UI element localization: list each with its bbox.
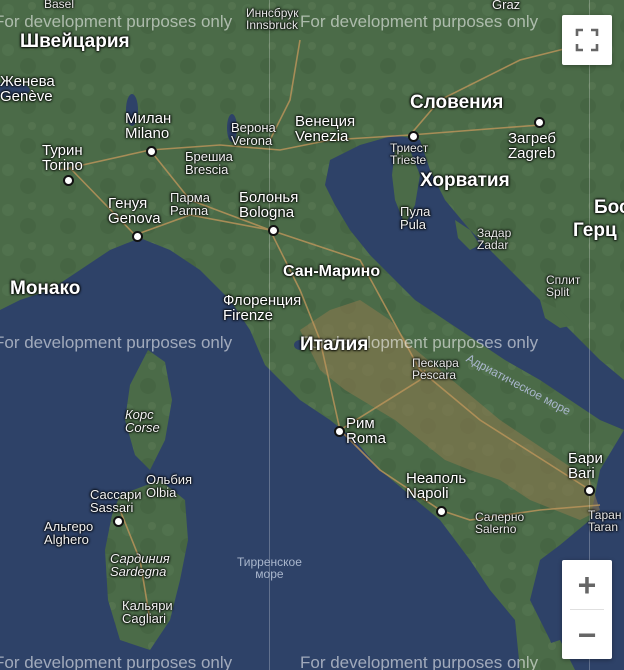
city-label-turin: Турин Torino [42,142,83,174]
city-label-olbia: Ольбия Olbia [146,472,193,500]
watermark-text: For development purposes only [300,12,539,31]
country-label-monaco: Монако [10,278,81,299]
country-label-san-marino: Сан-Марино [283,263,381,280]
country-label-switzerland: Швейцария [20,31,130,52]
city-label-sassari: Сассари Sassari [90,487,142,515]
zoom-in-button[interactable]: + [562,560,612,609]
city-marker-genoa[interactable] [132,231,143,242]
zoom-control: + − [562,560,612,659]
city-marker-zagreb[interactable] [534,117,545,128]
city-label-taranto: Таран Taran [588,508,622,534]
city-label-basel: Basel [44,0,75,11]
city-marker-bari[interactable] [584,485,595,496]
city-marker-bologna[interactable] [268,225,279,236]
city-label-milan: Милан Milano [125,110,172,142]
city-label-sardinia: Сардиния Sardegna [110,551,170,579]
country-label-croatia: Хорватия [420,170,510,191]
city-label-bologna: Болонья Bologna [239,189,299,221]
country-label-herzegovina: Герц [573,220,617,241]
sea-label-tyrrhenian: Тирренское море [237,555,302,581]
city-label-zadar: Задар Zadar [477,226,512,252]
city-marker-sassari[interactable] [113,516,124,527]
city-label-split: Сплит Split [546,273,581,299]
watermark-text: For development purposes only [0,12,233,31]
watermark-text: For development purposes only [0,653,233,670]
minus-icon: − [577,616,597,653]
city-label-pula: Пула Pula [400,204,431,232]
city-label-bari: Бари Bari [568,450,603,482]
city-marker-turin[interactable] [63,175,74,186]
city-label-florence: Флоренция Firenze [223,292,302,324]
city-marker-rome[interactable] [334,426,345,437]
country-label-bosnia: Бос [594,197,624,218]
city-label-verona: Верона Verona [231,120,276,148]
fullscreen-icon [575,28,599,52]
zoom-out-button[interactable]: − [562,610,612,659]
city-marker-naples[interactable] [436,506,447,517]
city-label-genoa: Генуя Genova [108,195,161,227]
city-label-brescia: Брешиа Brescia [185,149,233,177]
city-label-parma: Парма Parma [170,190,210,218]
watermark-text: For development purposes only [300,653,539,670]
country-label-slovenia: Словения [410,92,504,113]
city-label-venice: Венеция Venezia [295,113,356,145]
city-label-corsica: Корс Corse [125,407,160,435]
city-marker-milan[interactable] [146,146,157,157]
fullscreen-button[interactable] [562,15,612,65]
city-label-alghero: Альгеро Alghero [44,519,94,547]
city-label-graz: Graz [492,0,521,12]
city-label-salerno: Салерно Salerno [475,510,525,536]
city-label-rome: Рим Roma [346,415,387,447]
watermark-text: For development purposes only [0,333,233,352]
country-label-italy: Италия [300,334,369,355]
city-label-geneva: Женева Genève [0,73,55,105]
city-marker-trieste[interactable] [408,131,419,142]
city-label-innsbruck: Иннсбрук Innsbruck [246,6,299,32]
city-label-trieste: Триест Trieste [390,141,429,167]
city-label-zagreb: Загреб Zagreb [508,130,556,162]
plus-icon: + [577,566,597,603]
map-canvas[interactable]: For development purposes only For develo… [0,0,624,670]
city-label-naples: Неаполь Napoli [406,470,467,502]
city-label-pescara: Пескара Pescara [412,356,459,382]
city-label-cagliari: Кальяри Cagliari [122,598,173,626]
